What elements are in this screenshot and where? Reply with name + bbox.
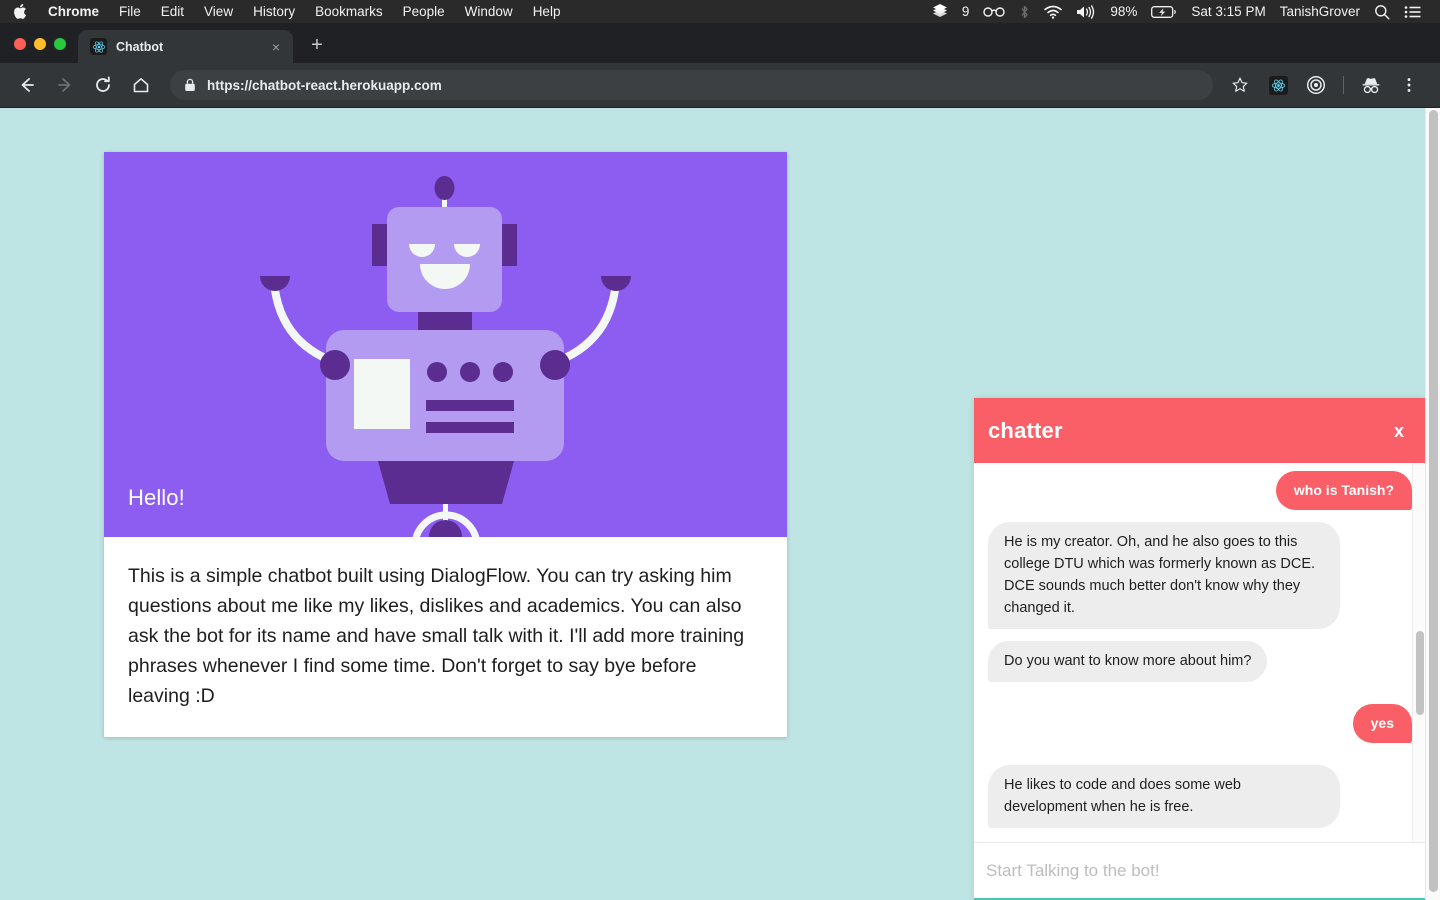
- chat-message-row: who is Tanish?: [988, 471, 1412, 510]
- page-scrollbar-thumb[interactable]: [1429, 110, 1438, 892]
- user-message-bubble: yes: [1352, 704, 1412, 743]
- robot-illustration-hero: Hello!: [104, 152, 787, 537]
- close-tab-icon[interactable]: ×: [267, 38, 285, 56]
- close-chat-icon[interactable]: x: [1394, 422, 1404, 440]
- control-center-icon[interactable]: [1397, 0, 1429, 23]
- window-traffic-lights: [0, 38, 78, 63]
- menu-bookmarks[interactable]: Bookmarks: [305, 0, 393, 23]
- menu-edit[interactable]: Edit: [151, 0, 194, 23]
- chat-message-row: He likes to code and does some web devel…: [988, 765, 1412, 828]
- user-message-bubble: who is Tanish?: [1275, 471, 1412, 510]
- bookmark-star-icon[interactable]: [1225, 70, 1255, 100]
- bot-message-bubble: Do you want to know more about him?: [988, 641, 1268, 682]
- menu-bar-clock[interactable]: Sat 3:15 PM: [1184, 0, 1272, 23]
- menu-chrome[interactable]: Chrome: [38, 0, 109, 23]
- browser-tab-strip: Chatbot × +: [0, 23, 1440, 63]
- menu-view[interactable]: View: [194, 0, 243, 23]
- target-circle-extension-icon[interactable]: [1301, 70, 1331, 100]
- macos-menu-bar: Chrome File Edit View History Bookmarks …: [0, 0, 1440, 23]
- page-scrollbar[interactable]: [1425, 108, 1440, 900]
- menu-file[interactable]: File: [109, 0, 151, 23]
- card-body: This is a simple chatbot built using Dia…: [104, 537, 787, 737]
- chat-message-input[interactable]: [986, 843, 1414, 898]
- chat-scrollbar[interactable]: [1412, 463, 1426, 842]
- chatbot-title: chatter: [988, 417, 1063, 443]
- chat-message-list: who is Tanish? He is my creator. Oh, and…: [974, 471, 1426, 828]
- battery-percentage: 98%: [1110, 4, 1138, 19]
- forward-button-icon[interactable]: [50, 70, 80, 100]
- bluetooth-icon[interactable]: [1012, 0, 1037, 23]
- card-description: This is a simple chatbot built using Dia…: [128, 565, 745, 707]
- menu-window[interactable]: Window: [455, 0, 523, 23]
- chrome-menu-icon[interactable]: [1394, 70, 1424, 100]
- bot-message-bubble: He is my creator. Oh, and he also goes t…: [988, 522, 1340, 629]
- chat-message-row: He is my creator. Oh, and he also goes t…: [988, 522, 1412, 629]
- menu-history[interactable]: History: [243, 0, 305, 23]
- browser-toolbar: https://chatbot-react.herokuapp.com: [0, 63, 1440, 108]
- volume-icon[interactable]: [1069, 0, 1103, 23]
- card-greeting: Hello!: [128, 485, 185, 510]
- new-tab-button[interactable]: +: [303, 31, 331, 59]
- robot-illustration-icon: [260, 176, 631, 537]
- reload-button-icon[interactable]: [88, 70, 118, 100]
- incognito-profile-icon[interactable]: [1356, 70, 1386, 100]
- hello-info-card: Hello! This is a simple chatbot built us…: [104, 152, 787, 737]
- toolbar-divider: [1343, 76, 1344, 94]
- menu-people[interactable]: People: [393, 0, 455, 23]
- lock-icon: [184, 78, 196, 92]
- menu-bar-app-menus: Chrome File Edit View History Bookmarks …: [0, 0, 570, 23]
- battery-charging-icon[interactable]: [1144, 0, 1184, 23]
- glasses-icon[interactable]: [976, 0, 1012, 23]
- minimize-window-button[interactable]: [34, 38, 46, 50]
- close-window-button[interactable]: [14, 38, 26, 50]
- address-bar[interactable]: https://chatbot-react.herokuapp.com: [170, 70, 1213, 100]
- chat-message-row: Do you want to know more about him?: [988, 641, 1412, 682]
- browser-tab-chatbot[interactable]: Chatbot ×: [78, 30, 293, 63]
- stack-badge-count: 9: [961, 4, 970, 19]
- apple-logo-icon[interactable]: [0, 3, 38, 20]
- react-devtools-extension-icon[interactable]: [1263, 70, 1293, 100]
- stack-layers-icon[interactable]: [925, 0, 955, 23]
- maximize-window-button[interactable]: [54, 38, 66, 50]
- chat-input-container[interactable]: [974, 842, 1426, 900]
- react-logo-icon: [90, 38, 107, 55]
- spotlight-search-icon[interactable]: [1367, 0, 1397, 23]
- chatbot-widget: chatter x who is Tanish? He is my creato…: [974, 398, 1426, 900]
- react-devtools-badge: [1268, 75, 1288, 95]
- address-bar-url: https://chatbot-react.herokuapp.com: [207, 77, 442, 93]
- menu-bar-username[interactable]: TanishGrover: [1273, 0, 1367, 23]
- back-button-icon[interactable]: [12, 70, 42, 100]
- wifi-icon[interactable]: [1037, 0, 1069, 23]
- chat-scrollbar-thumb[interactable]: [1416, 631, 1424, 715]
- toolbar-actions: [1221, 70, 1428, 100]
- chat-message-scroll-area[interactable]: who is Tanish? He is my creator. Oh, and…: [974, 463, 1426, 842]
- bot-message-bubble: He likes to code and does some web devel…: [988, 765, 1340, 828]
- menu-help[interactable]: Help: [523, 0, 571, 23]
- web-page-viewport: Hello! This is a simple chatbot built us…: [0, 108, 1440, 900]
- home-button-icon[interactable]: [126, 70, 156, 100]
- browser-tab-title: Chatbot: [116, 39, 164, 54]
- menu-bar-status-items: 9 98% Sat 3:15 PM TanishGrover: [925, 0, 1440, 23]
- chat-message-row: yes: [988, 704, 1412, 743]
- chatbot-header: chatter x: [974, 398, 1426, 463]
